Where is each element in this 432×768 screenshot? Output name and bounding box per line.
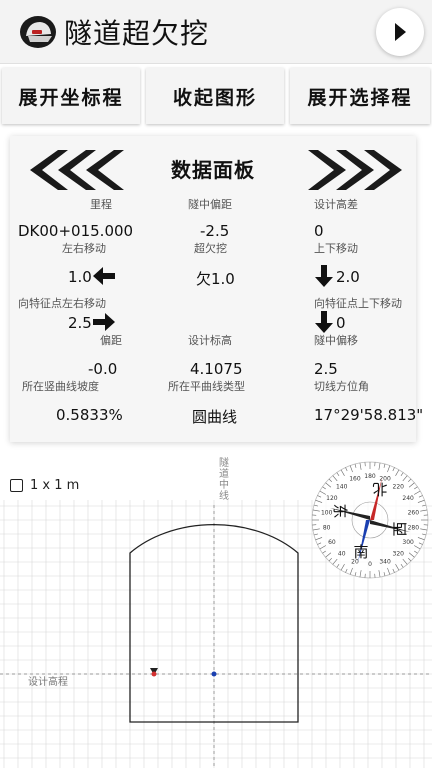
lr-move-value: 1.0 bbox=[68, 268, 92, 286]
design-height-diff-label: 设计高差 bbox=[314, 198, 358, 211]
tunnel-graphic-canvas[interactable]: 020406080100120140160 180 2002202402602803… bbox=[0, 456, 432, 768]
menu-button[interactable] bbox=[376, 8, 424, 56]
compass-tick-label: 220 bbox=[393, 483, 405, 490]
helmet-icon bbox=[20, 16, 56, 48]
compass-north-label: 北 bbox=[372, 480, 387, 498]
compass-south-label: 南 bbox=[353, 543, 368, 561]
expand-select-button[interactable]: 展开选择程 bbox=[290, 68, 430, 124]
design-height-diff-value: 0 bbox=[314, 222, 324, 240]
vertical-slope-value: 0.5833% bbox=[56, 406, 123, 424]
mileage-label: 里程 bbox=[90, 198, 112, 211]
arrow-down-icon[interactable] bbox=[314, 310, 334, 334]
compass-east-label: 东 bbox=[331, 503, 349, 518]
compass-tick-label: 300 bbox=[402, 539, 414, 546]
action-button-row: 展开坐标程 收起图形 展开选择程 bbox=[0, 68, 432, 124]
play-arrow-icon bbox=[395, 23, 406, 41]
measured-point bbox=[151, 671, 157, 677]
scale-checkbox[interactable] bbox=[10, 479, 23, 492]
compass: 020406080100120140160 180 2002202402602803… bbox=[311, 461, 429, 579]
offset-value: -0.0 bbox=[88, 360, 118, 378]
center-shift-label: 隧中偏移 bbox=[314, 334, 358, 347]
app-header: 隧道超欠挖 bbox=[0, 0, 432, 64]
design-center-point bbox=[211, 671, 217, 677]
tangent-label: 切线方位角 bbox=[314, 380, 369, 393]
over-under-label: 超欠挖 bbox=[194, 242, 227, 255]
ud-move-value: 2.0 bbox=[336, 268, 360, 286]
compass-tick-label: 340 bbox=[379, 558, 391, 565]
plane-curve-label: 所在平曲线类型 bbox=[168, 380, 245, 393]
design-elev-value: 4.1075 bbox=[190, 360, 243, 378]
plane-curve-value: 圆曲线 bbox=[192, 408, 238, 426]
compass-tick-label: 0 bbox=[368, 561, 372, 568]
chevrons-right-icon[interactable] bbox=[304, 148, 408, 192]
design-elev-label: 设计标高 bbox=[188, 334, 232, 347]
compass-tick-label: 100 bbox=[321, 509, 333, 516]
feature-ud-label: 向特征点上下移动 bbox=[314, 297, 402, 310]
compass-tick-label: 140 bbox=[336, 483, 348, 490]
app-title: 隧道超欠挖 bbox=[64, 17, 210, 50]
compass-tick-label: 120 bbox=[326, 495, 338, 502]
compass-west-label: 西 bbox=[391, 521, 409, 536]
compass-tick-label: 260 bbox=[408, 509, 420, 516]
center-offset-label: 隧中偏距 bbox=[188, 198, 232, 211]
arrow-left-icon[interactable] bbox=[92, 266, 116, 286]
feature-ud-value: 0 bbox=[336, 314, 346, 332]
lr-move-label: 左右移动 bbox=[62, 242, 106, 255]
compass-tick-label: 80 bbox=[323, 525, 331, 532]
center-axis-label: 隧道中线 bbox=[219, 458, 229, 502]
mileage-value: DK00+015.000 bbox=[18, 222, 134, 240]
data-panel: 数据面板 里程 隧中偏距 设计高差 DK00+015.000 -2.5 0 左右… bbox=[10, 136, 423, 442]
arrow-down-icon[interactable] bbox=[314, 264, 334, 288]
compass-tick-label: 160 bbox=[349, 476, 361, 483]
compass-tick-label: 320 bbox=[393, 551, 405, 558]
scale-label: 1 x 1 m bbox=[30, 478, 80, 493]
ud-move-label: 上下移动 bbox=[314, 242, 358, 255]
compass-tick-label: 240 bbox=[402, 495, 414, 502]
center-offset-value: -2.5 bbox=[200, 222, 230, 240]
feature-lr-label: 向特征点左右移动 bbox=[18, 297, 106, 310]
compass-tick-label: 40 bbox=[338, 551, 346, 558]
feature-lr-value: 2.5 bbox=[68, 314, 92, 332]
vertical-slope-label: 所在竖曲线坡度 bbox=[22, 380, 99, 393]
compass-tick-label: 180 bbox=[364, 473, 376, 480]
compass-tick-label: 280 bbox=[408, 525, 420, 532]
arrow-right-icon[interactable] bbox=[92, 312, 116, 332]
over-under-value: 欠1.0 bbox=[196, 270, 235, 288]
expand-coords-button[interactable]: 展开坐标程 bbox=[2, 68, 140, 124]
design-elevation-label: 设计高程 bbox=[28, 677, 68, 688]
tangent-value: 17°29'58.813" bbox=[314, 406, 424, 424]
collapse-shape-button[interactable]: 收起图形 bbox=[146, 68, 284, 124]
compass-tick-label: 60 bbox=[328, 539, 336, 546]
offset-label: 偏距 bbox=[100, 334, 122, 347]
center-shift-value: 2.5 bbox=[314, 360, 338, 378]
